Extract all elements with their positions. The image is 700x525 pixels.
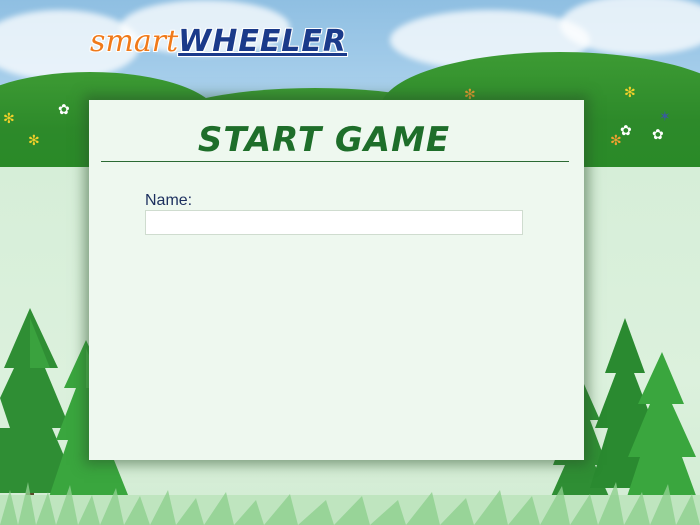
logo-wheeler-text: WHEELER (178, 24, 348, 59)
flower-icon: ✻ (3, 111, 15, 127)
foreground-grass (0, 482, 700, 525)
start-game-dialog: START GAME Name: (89, 100, 584, 460)
flower-icon: ✻ (610, 133, 622, 149)
flower-icon: ✻ (624, 85, 636, 101)
flower-icon: ✿ (620, 123, 632, 139)
name-input[interactable] (145, 210, 523, 235)
title-divider (101, 161, 569, 162)
logo-smart-text: smart (90, 24, 179, 59)
flower-icon: ✻ (28, 133, 40, 149)
game-scene: ✻ ✻ ✿ ✻ ✿ ✿ ✻ ✻ ✶ smartWHEELER START GAM… (0, 0, 700, 525)
app-logo: smartWHEELER (90, 24, 347, 59)
flower-icon: ✿ (58, 102, 70, 118)
dialog-title: START GAME (197, 120, 451, 160)
flower-icon: ✶ (659, 109, 671, 125)
flower-icon: ✿ (652, 127, 664, 143)
name-label: Name: (145, 192, 193, 209)
